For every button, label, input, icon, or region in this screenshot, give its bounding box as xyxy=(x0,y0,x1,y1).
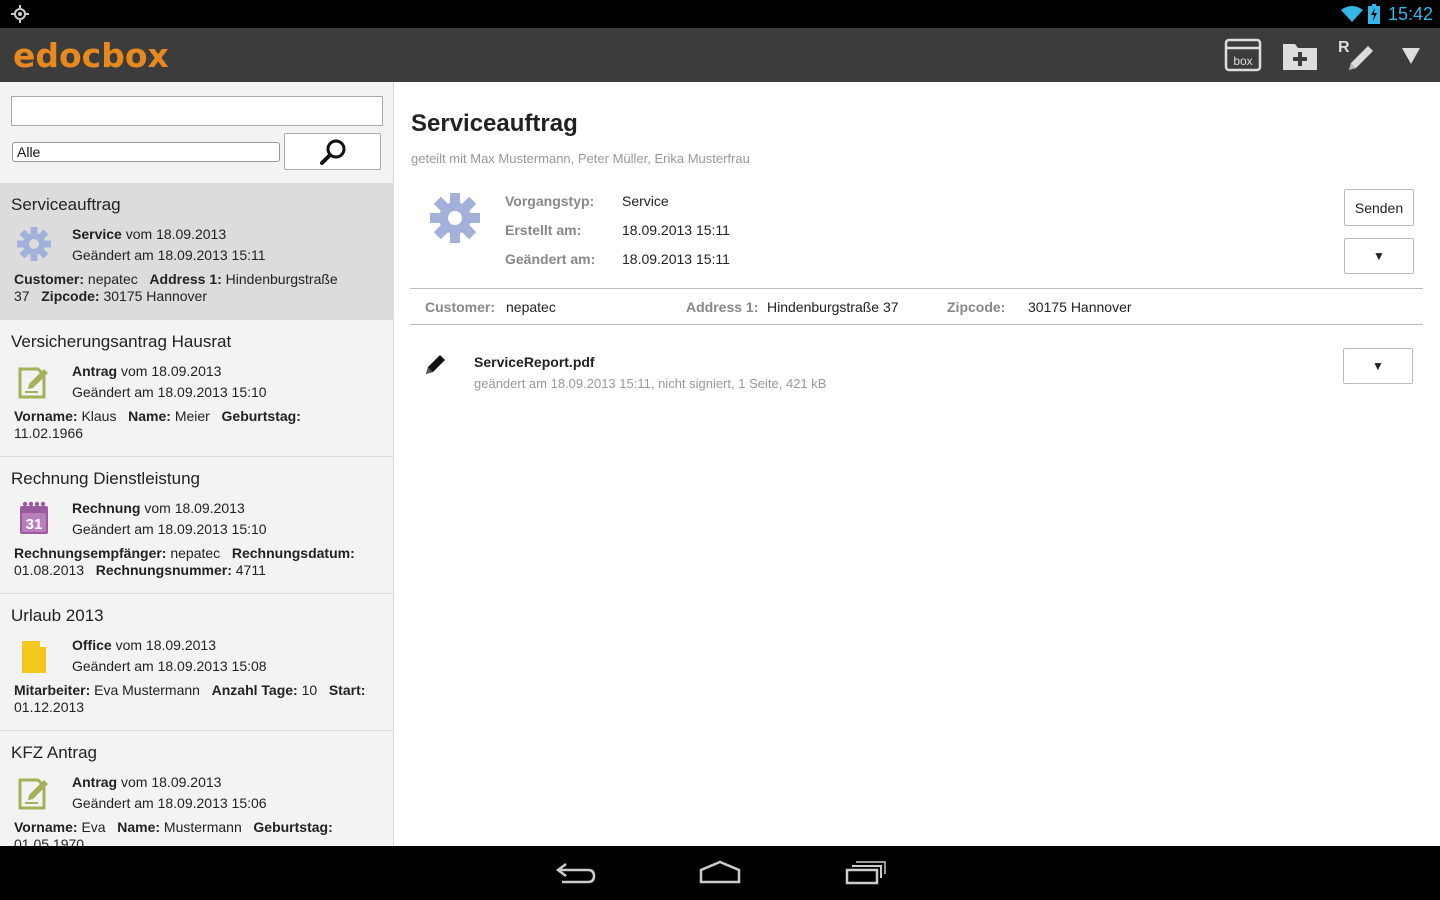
item-title: KFZ Antrag xyxy=(11,743,97,762)
clock: 15:42 xyxy=(1388,4,1434,24)
item-changed: Geändert am 18.09.2013 15:10 xyxy=(72,521,267,537)
divider xyxy=(410,288,1423,289)
wifi-icon xyxy=(1341,6,1363,22)
gear-icon xyxy=(430,193,480,243)
list-item[interactable]: Versicherungsantrag Hausrat Antrag vom 1… xyxy=(0,320,393,457)
edit-form-icon xyxy=(18,367,48,399)
list-item[interactable]: Serviceauftrag Service vom 18.09.2013 Ge… xyxy=(0,183,393,320)
svg-text:box: box xyxy=(1233,54,1252,68)
property-value: nepatec xyxy=(506,299,556,315)
file-name[interactable]: ServiceReport.pdf xyxy=(474,354,595,370)
search-button[interactable] xyxy=(284,133,381,170)
gear-icon xyxy=(17,227,51,261)
item-changed: Geändert am 18.09.2013 15:11 xyxy=(72,247,266,263)
filter-select[interactable]: Alle xyxy=(12,142,280,162)
battery-charging-icon xyxy=(1368,4,1380,24)
detail-panel: Serviceauftrag geteilt mit Max Musterman… xyxy=(395,82,1440,846)
item-properties: Rechnungsempfänger: nepatec Rechnungsdat… xyxy=(14,545,355,578)
search-input[interactable] xyxy=(11,96,383,126)
divider xyxy=(410,324,1423,325)
box-icon[interactable]: box xyxy=(1223,36,1263,74)
item-type: Rechnung xyxy=(72,500,141,516)
item-properties: Customer: nepatec Address 1: Hindenburgs… xyxy=(14,271,338,304)
list-item[interactable]: KFZ Antrag Antrag vom 18.09.2013 Geänder… xyxy=(0,731,393,846)
status-bar: 15:42 xyxy=(0,0,1440,28)
item-changed: Geändert am 18.09.2013 15:08 xyxy=(72,658,267,674)
meta-label: Erstellt am: xyxy=(505,222,582,238)
item-date: 18.09.2013 xyxy=(145,637,216,653)
item-properties: Mitarbeiter: Eva Mustermann Anzahl Tage:… xyxy=(14,682,366,715)
meta-label: Geändert am: xyxy=(505,251,596,267)
property-label: Customer: xyxy=(425,299,496,315)
calendar-icon: 31 xyxy=(20,501,48,534)
meta-value: 18.09.2013 15:11 xyxy=(622,222,730,238)
file-dropdown-button[interactable]: ▼ xyxy=(1343,348,1413,384)
meta-value: Service xyxy=(622,193,669,209)
item-type: Service xyxy=(72,226,122,242)
app-logo: edocbox xyxy=(13,36,169,75)
list-item[interactable]: Rechnung Dienstleistung 31 Rechnung vom … xyxy=(0,457,393,594)
property-label: Zipcode: xyxy=(947,299,1006,315)
edit-form-icon xyxy=(18,778,48,810)
item-title: Rechnung Dienstleistung xyxy=(11,469,201,488)
item-type: Antrag xyxy=(72,774,118,790)
send-button[interactable]: Senden xyxy=(1344,189,1414,226)
item-changed: Geändert am 18.09.2013 15:06 xyxy=(72,795,267,811)
navigation-bar xyxy=(0,846,1440,900)
item-properties: Vorname: Eva Name: Mustermann Geburtstag… xyxy=(14,819,333,846)
item-title: Versicherungsantrag Hausrat xyxy=(11,332,232,351)
svg-text:R: R xyxy=(1338,39,1350,56)
action-bar: edocbox box R xyxy=(0,28,1440,82)
item-changed: Geändert am 18.09.2013 15:10 xyxy=(72,384,267,400)
location-icon xyxy=(11,5,29,23)
page-title: Serviceauftrag xyxy=(411,110,578,137)
search-icon xyxy=(319,139,345,165)
svg-text:31: 31 xyxy=(26,516,43,533)
pen-icon xyxy=(426,355,445,374)
item-title: Serviceauftrag xyxy=(11,195,121,214)
shared-with-text: geteilt mit Max Mustermann, Peter Müller… xyxy=(411,151,750,166)
item-title: Urlaub 2013 xyxy=(11,606,104,625)
document-list-panel: Alle Serviceauftrag Service vom 18.09.20… xyxy=(0,82,394,846)
home-icon[interactable] xyxy=(698,860,742,886)
item-date: 18.09.2013 xyxy=(151,774,222,790)
meta-label: Vorgangstyp: xyxy=(505,193,595,209)
meta-value: 18.09.2013 15:11 xyxy=(622,251,730,267)
document-icon xyxy=(22,641,46,673)
file-meta: geändert am 18.09.2013 15:11, nicht sign… xyxy=(474,376,827,391)
item-properties: Vorname: Klaus Name: Meier Geburtstag: 1… xyxy=(14,408,301,441)
new-folder-icon[interactable] xyxy=(1280,36,1320,74)
item-date: 18.09.2013 xyxy=(174,500,245,516)
recents-icon[interactable] xyxy=(843,860,887,886)
property-value: Hindenburgstraße 37 xyxy=(767,299,899,315)
item-type: Office xyxy=(72,637,112,653)
actions-dropdown-button[interactable]: ▼ xyxy=(1344,238,1414,274)
document-list: Serviceauftrag Service vom 18.09.2013 Ge… xyxy=(0,183,393,846)
property-label: Address 1: xyxy=(686,299,759,315)
item-date: 18.09.2013 xyxy=(156,226,227,242)
item-type: Antrag xyxy=(72,363,118,379)
rename-edit-icon[interactable]: R xyxy=(1337,36,1377,74)
list-item[interactable]: Urlaub 2013 Office vom 18.09.2013 Geände… xyxy=(0,594,393,731)
back-icon[interactable] xyxy=(554,860,598,886)
item-date: 18.09.2013 xyxy=(151,363,222,379)
overflow-menu-icon[interactable] xyxy=(1392,36,1430,74)
property-value: 30175 Hannover xyxy=(1028,299,1132,315)
